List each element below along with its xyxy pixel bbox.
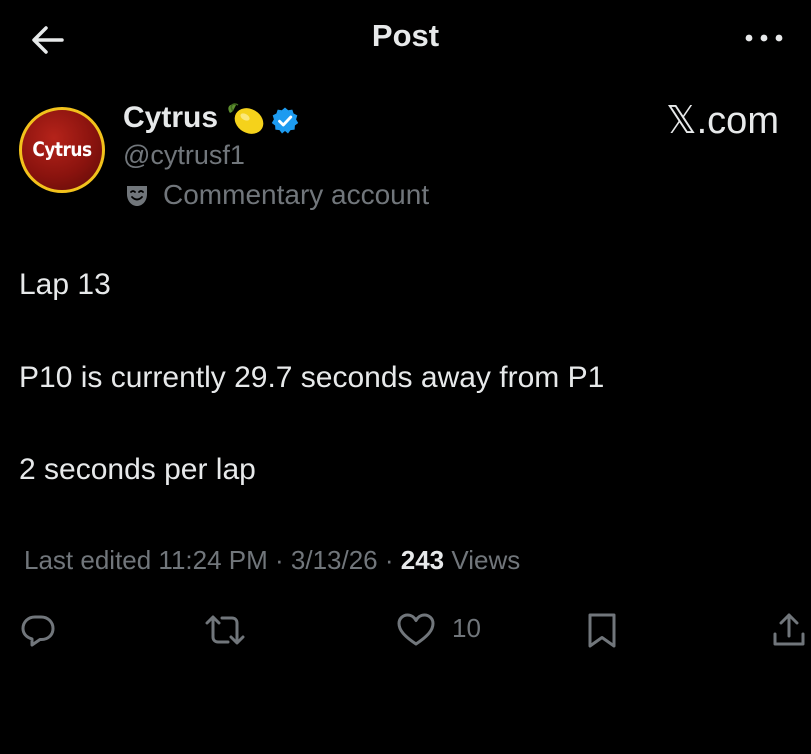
repost-icon [205, 615, 245, 645]
post-text-line: Lap 13 [19, 268, 111, 301]
top-bar: Post [0, 0, 811, 78]
like-count: 10 [452, 613, 481, 643]
views-count: 243 [400, 545, 445, 575]
heart-icon [397, 613, 435, 646]
back-button[interactable] [28, 20, 68, 60]
views-label: Views [444, 545, 521, 575]
page-title: Post [371, 18, 440, 53]
avatar[interactable]: Cytrus [19, 107, 105, 193]
repost-button[interactable] [203, 610, 247, 650]
theater-mask-icon [127, 186, 147, 206]
like-button[interactable] [395, 610, 437, 650]
more-button[interactable] [740, 24, 788, 52]
author-display-name[interactable]: Cytrus [123, 101, 218, 135]
avatar-logo-text: Cytrus [32, 138, 92, 162]
x-com-watermark: 𝕏.com [666, 98, 779, 143]
post-meta: Last edited 11:24 PM · 3/13/26 · 243 Vie… [24, 545, 520, 576]
lemon-icon [228, 103, 264, 134]
arrow-left-icon [32, 26, 64, 54]
verified-badge-icon [271, 107, 299, 134]
bookmark-icon [588, 613, 616, 648]
reply-button[interactable] [18, 610, 58, 650]
share-icon [773, 613, 805, 646]
x-logo-glyph: 𝕏 [666, 100, 697, 142]
author-handle[interactable]: @cytrusf1 [123, 140, 245, 171]
watermark-suffix: .com [696, 100, 779, 142]
bookmark-button[interactable] [584, 610, 620, 650]
more-horizontal-icon [745, 34, 783, 42]
reply-icon [21, 615, 55, 647]
share-button[interactable] [770, 610, 808, 650]
post-text-line: 2 seconds per lap [19, 453, 256, 486]
post-text-line: P10 is currently 29.7 seconds away from … [19, 361, 605, 394]
edited-timestamp[interactable]: Last edited 11:24 PM · 3/13/26 [24, 545, 378, 575]
account-label: Commentary account [163, 179, 430, 210]
meta-separator: · [377, 545, 401, 575]
